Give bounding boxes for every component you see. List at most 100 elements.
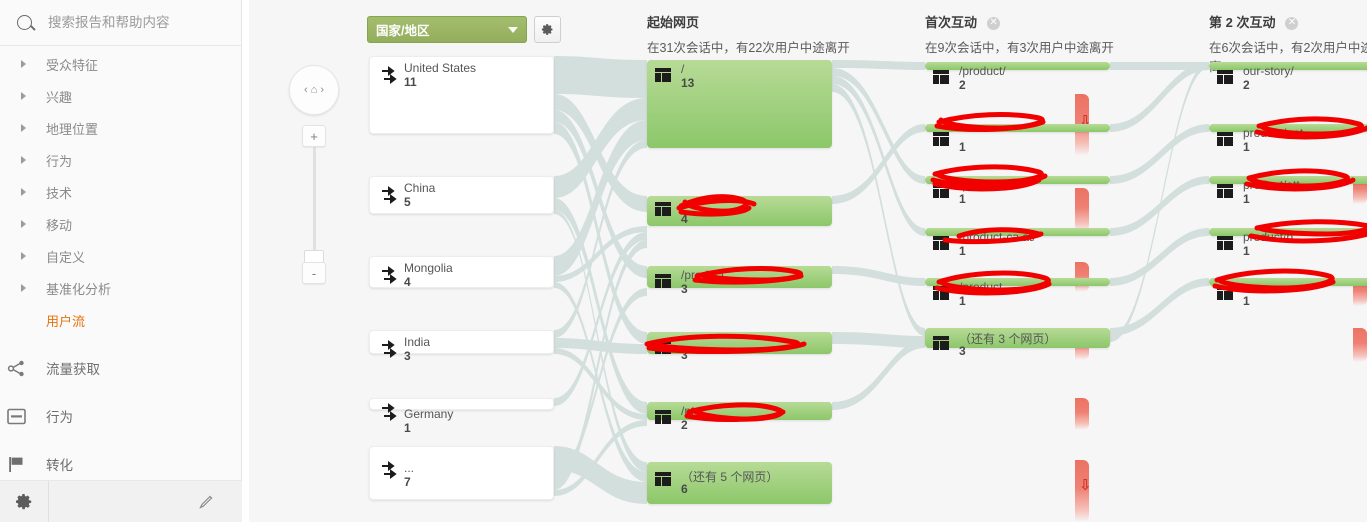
page-node[interactable]: /product 3 bbox=[647, 266, 832, 296]
page-node[interactable]: /product/ 2 bbox=[925, 62, 1110, 92]
page-value: 1 bbox=[959, 244, 966, 258]
chevron-right-icon bbox=[0, 220, 32, 228]
page-node[interactable]: product/b 1 bbox=[1209, 228, 1367, 258]
sidebar-item-label: 兴趣 bbox=[46, 89, 73, 105]
page-label: product/b bbox=[1243, 230, 1294, 244]
page-node[interactable]: 1 bbox=[925, 124, 1110, 154]
flag-icon bbox=[0, 455, 32, 474]
page-value: 2 bbox=[681, 418, 688, 432]
arrows-icon bbox=[380, 66, 402, 91]
sidebar-item-users-flow[interactable]: 用户流 bbox=[0, 304, 241, 336]
page-node[interactable]: （还有 5 个网页） 6 bbox=[647, 462, 832, 504]
arrows-icon bbox=[380, 340, 402, 365]
country-value: 1 bbox=[404, 421, 411, 435]
page-icon bbox=[933, 132, 949, 146]
behavior-icon bbox=[0, 408, 32, 425]
exit-bar bbox=[1075, 398, 1089, 430]
page-node[interactable]: （还有 3 个网页） 3 bbox=[925, 328, 1110, 358]
arrows-icon bbox=[380, 186, 402, 211]
search-row[interactable] bbox=[0, 0, 241, 46]
page-icon bbox=[1217, 286, 1233, 300]
chevron-right-icon bbox=[0, 252, 32, 260]
page-node[interactable]: product/att 1 bbox=[1209, 176, 1367, 206]
sidebar-item-demographics[interactable]: 受众特征 bbox=[0, 48, 241, 80]
chevron-right-icon bbox=[0, 92, 32, 100]
sidebar-item-behavior-section[interactable]: 行为 bbox=[0, 392, 241, 440]
sidebar-item-technology[interactable]: 技术 bbox=[0, 176, 241, 208]
country-node[interactable]: ... 7 bbox=[369, 446, 554, 500]
page-icon bbox=[655, 274, 671, 288]
sidebar-item-label: 自定义 bbox=[46, 249, 86, 265]
page-value: 1 bbox=[959, 294, 966, 308]
sidebar: 受众特征 兴趣 地理位置 行为 技术 移动 bbox=[0, 0, 242, 522]
sidebar-footer bbox=[0, 480, 242, 522]
country-node[interactable]: China 5 bbox=[369, 176, 554, 214]
page-value: 6 bbox=[681, 482, 688, 496]
page-value: 4 bbox=[681, 212, 688, 226]
sidebar-item-interests[interactable]: 兴趣 bbox=[0, 80, 241, 112]
sidebar-item-label: 基准化分析 bbox=[46, 281, 112, 297]
page-icon bbox=[933, 184, 949, 198]
page-node[interactable]: /pr 1 bbox=[925, 176, 1110, 206]
sidebar-item-geo[interactable]: 地理位置 bbox=[0, 112, 241, 144]
page-icon bbox=[1217, 236, 1233, 250]
page-value: 1 bbox=[959, 140, 966, 154]
page-node[interactable]: 3 bbox=[647, 332, 832, 362]
page-value: 1 bbox=[1243, 244, 1250, 258]
acquisition-icon bbox=[0, 359, 32, 378]
sidebar-item-label: 地理位置 bbox=[46, 121, 99, 137]
page-label: product/ant bbox=[1243, 126, 1304, 140]
page-node[interactable]: /product-ca at/ 1 bbox=[925, 228, 1110, 258]
country-node[interactable]: Germany 1 bbox=[369, 398, 554, 435]
country-node[interactable]: Mongolia 4 bbox=[369, 256, 554, 291]
country-label: Mongolia bbox=[404, 261, 453, 275]
page-value: 3 bbox=[959, 344, 966, 358]
sidebar-nav: 受众特征 兴趣 地理位置 行为 技术 移动 自定义 基准化分析 用户流 流量获取… bbox=[0, 46, 241, 488]
exit-bar bbox=[1075, 262, 1089, 292]
sidebar-item-acquisition[interactable]: 流量获取 bbox=[0, 344, 241, 392]
page-node[interactable]: /product 1 bbox=[925, 278, 1110, 308]
page-label: /pr bbox=[681, 404, 696, 418]
page-label: /product-ca at/ bbox=[959, 230, 1036, 244]
arrows-icon bbox=[380, 403, 402, 428]
sidebar-item-mobile[interactable]: 移动 bbox=[0, 208, 241, 240]
sidebar-item-benchmarking[interactable]: 基准化分析 bbox=[0, 272, 241, 304]
pencil-icon[interactable] bbox=[48, 494, 242, 510]
page-icon bbox=[1217, 132, 1233, 146]
exit-arrow-icon: ⇩ bbox=[1079, 477, 1092, 494]
page-icon bbox=[655, 472, 671, 486]
country-value: 3 bbox=[404, 349, 411, 363]
chevron-right-icon bbox=[0, 284, 32, 292]
page-value: 1 bbox=[1243, 192, 1250, 206]
search-input[interactable] bbox=[48, 15, 241, 30]
page-value: 1 bbox=[959, 192, 966, 206]
page-node[interactable]: / 4 bbox=[647, 196, 832, 226]
sidebar-item-label: 移动 bbox=[46, 217, 73, 233]
sidebar-item-label: 行为 bbox=[46, 410, 73, 425]
chevron-right-icon bbox=[0, 124, 32, 132]
page-icon bbox=[655, 410, 671, 424]
gear-icon[interactable] bbox=[0, 492, 48, 512]
page-label: /product/ bbox=[959, 64, 1006, 78]
page-node[interactable]: / 13 bbox=[647, 60, 832, 148]
page-label: our-story/ bbox=[1243, 64, 1294, 78]
country-value: 7 bbox=[404, 475, 411, 489]
sidebar-item-label: 用户流 bbox=[46, 313, 86, 329]
page-icon bbox=[933, 70, 949, 84]
page-node[interactable]: our-story/ 2 bbox=[1209, 62, 1367, 92]
page-label: product/att bbox=[1243, 178, 1300, 192]
page-node[interactable]: product/ant 1 bbox=[1209, 124, 1367, 154]
page-node[interactable]: 1 bbox=[1209, 278, 1367, 308]
sidebar-item-custom[interactable]: 自定义 bbox=[0, 240, 241, 272]
page-icon bbox=[1217, 184, 1233, 198]
country-value: 4 bbox=[404, 275, 411, 289]
country-node[interactable]: United States 11 bbox=[369, 56, 554, 134]
arrows-icon bbox=[380, 266, 402, 291]
chevron-right-icon bbox=[0, 60, 32, 68]
country-node[interactable]: India 3 bbox=[369, 330, 554, 363]
sidebar-item-behavior[interactable]: 行为 bbox=[0, 144, 241, 176]
page-value: 1 bbox=[1243, 140, 1250, 154]
page-icon bbox=[933, 286, 949, 300]
page-icon bbox=[933, 336, 949, 350]
page-node[interactable]: /pr 2 bbox=[647, 402, 832, 432]
